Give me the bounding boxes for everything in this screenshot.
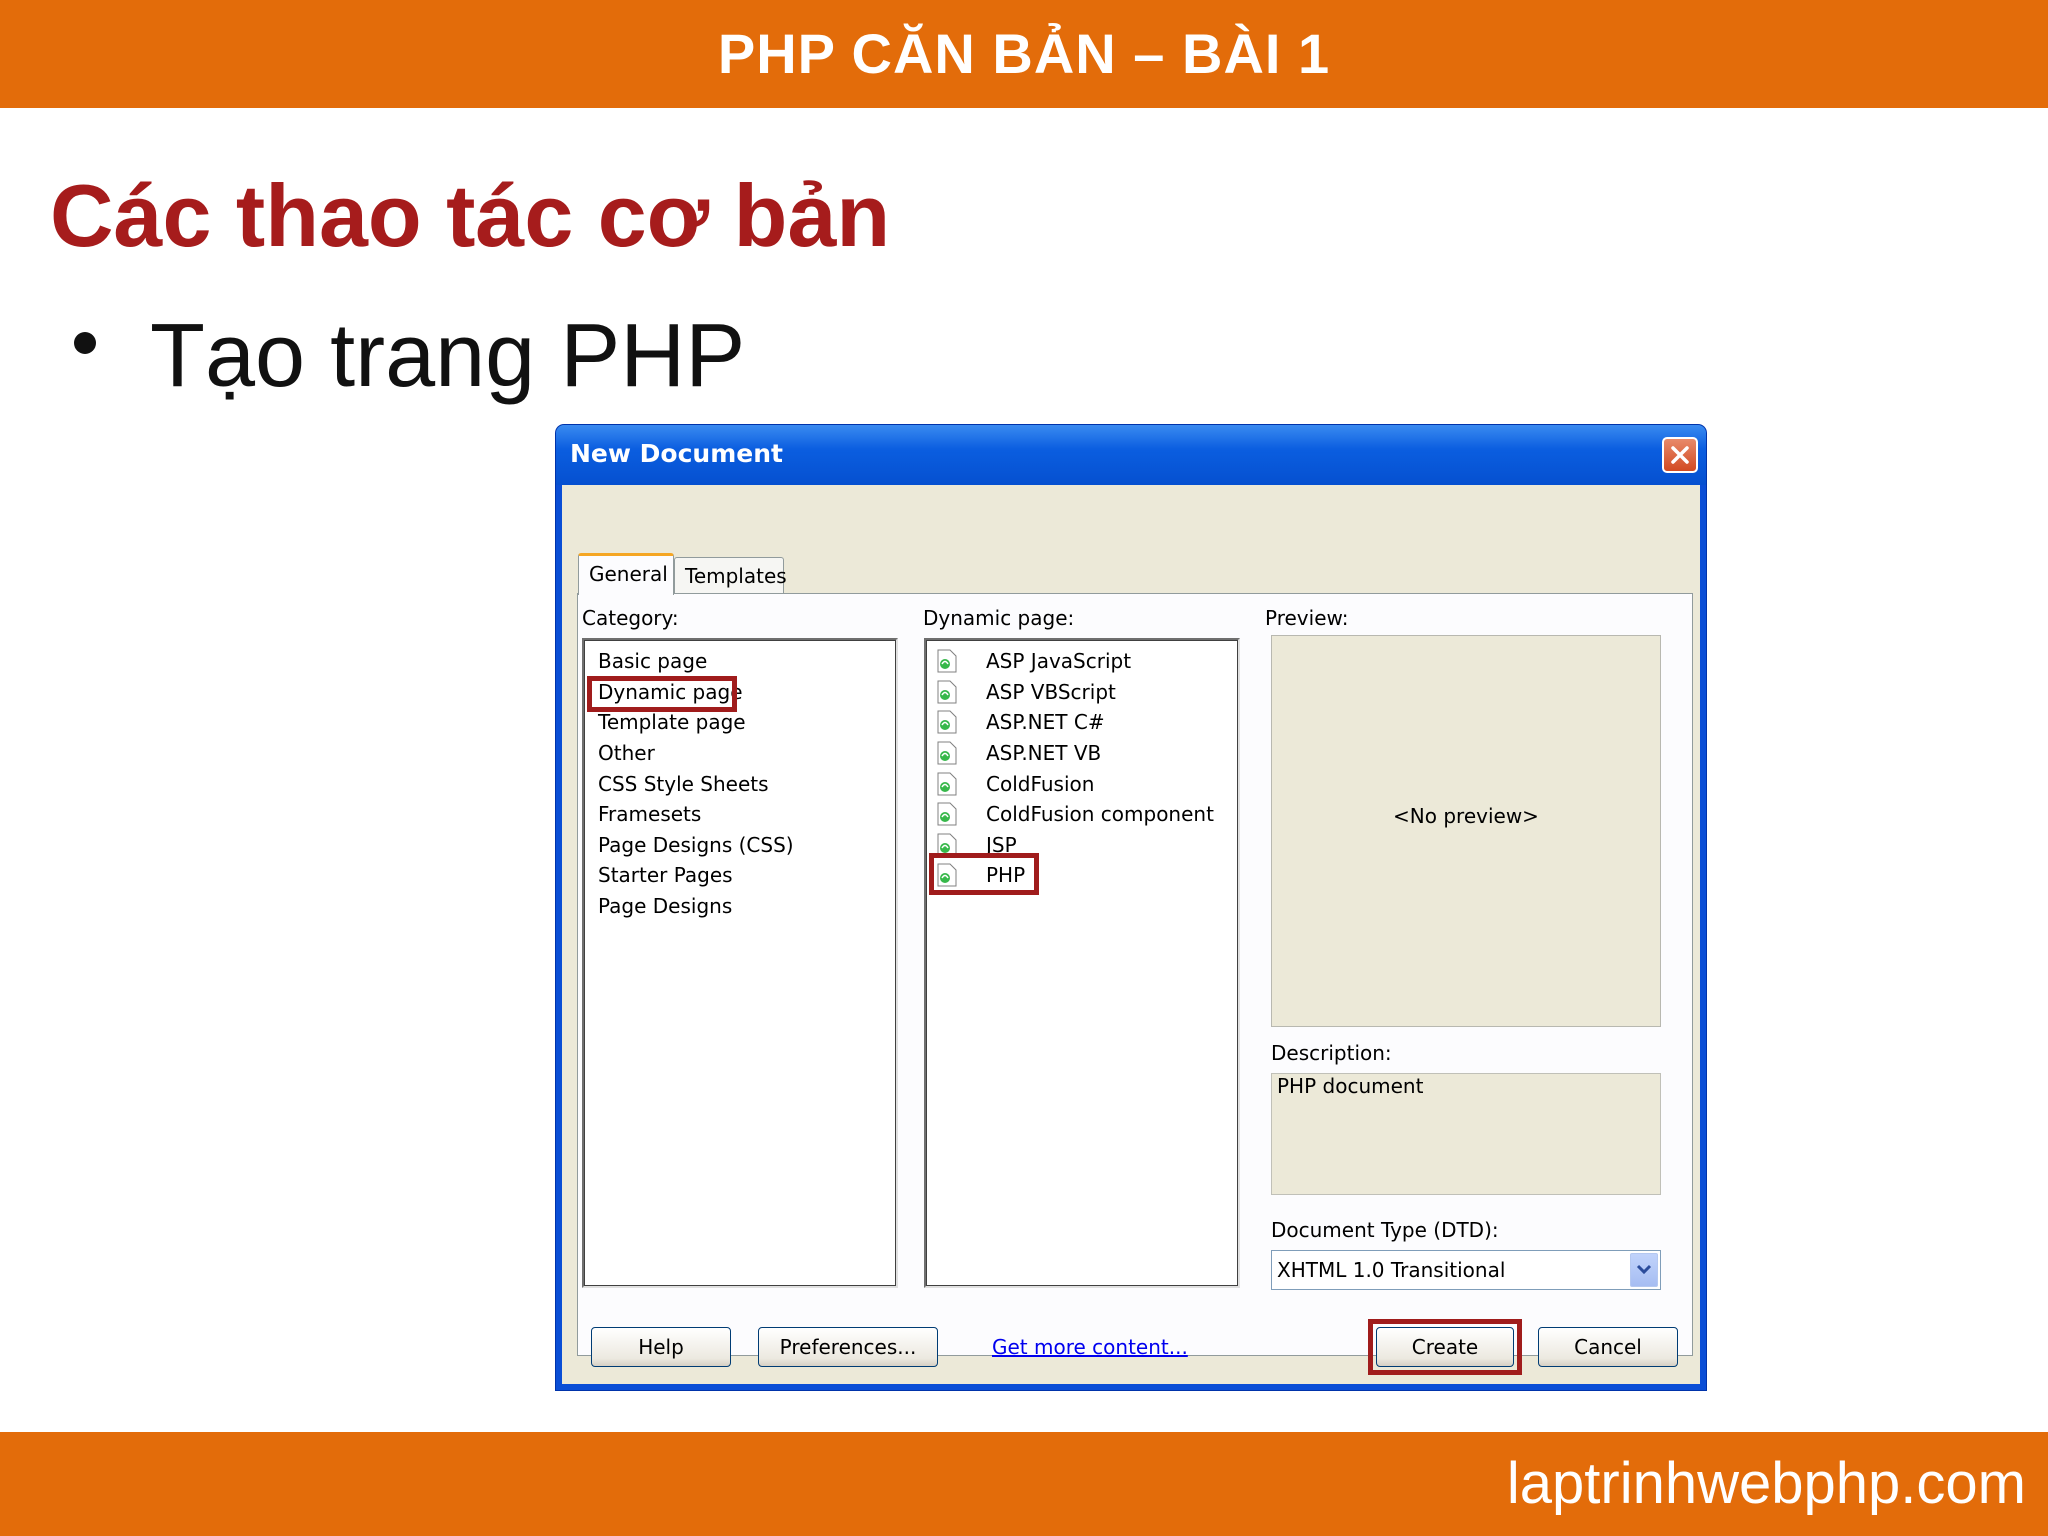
slide-header-title: PHP CĂN BẢN – BÀI 1 <box>717 22 1331 85</box>
document-icon <box>937 680 957 704</box>
help-button[interactable]: Help <box>591 1327 731 1367</box>
dynamic-page-label: Dynamic page: <box>923 606 1075 630</box>
preferences-button[interactable]: Preferences... <box>758 1327 938 1367</box>
create-button[interactable]: Create <box>1376 1327 1514 1367</box>
list-item[interactable]: Page Designs (CSS) <box>598 830 794 860</box>
dialog-titlebar[interactable]: New Document <box>556 425 1706 485</box>
cancel-button[interactable]: Cancel <box>1538 1327 1678 1367</box>
close-button[interactable] <box>1662 437 1698 473</box>
category-label: Category: <box>582 606 679 630</box>
list-item-label: ASP VBScript <box>986 680 1116 704</box>
get-more-content-link[interactable]: Get more content... <box>992 1335 1188 1359</box>
description-label: Description: <box>1271 1041 1392 1065</box>
list-item-label: ASP.NET C# <box>986 710 1105 734</box>
new-document-dialog: New Document General Templates Category:… <box>556 425 1706 1390</box>
dynamic-page-highlight <box>587 676 737 712</box>
help-button-label: Help <box>638 1335 684 1359</box>
tab-templates-label: Templates <box>685 564 787 588</box>
php-highlight <box>929 853 1039 895</box>
cancel-button-label: Cancel <box>1574 1335 1642 1359</box>
doctype-value: XHTML 1.0 Transitional <box>1277 1258 1506 1282</box>
close-icon <box>1671 446 1689 464</box>
document-icon <box>937 741 957 765</box>
description-text: PHP document <box>1277 1074 1424 1098</box>
list-item-label: ColdFusion component <box>986 802 1214 826</box>
description-box: PHP document <box>1271 1073 1661 1195</box>
document-icon <box>937 710 957 734</box>
preview-label: Preview: <box>1265 606 1349 630</box>
preview-placeholder: <No preview> <box>1393 804 1539 828</box>
dialog-client-area: General Templates Category: Basic page D… <box>562 485 1700 1384</box>
list-item-label: ASP JavaScript <box>986 649 1132 673</box>
dialog-title: New Document <box>570 439 783 468</box>
dropdown-arrow[interactable] <box>1630 1253 1658 1287</box>
list-item[interactable]: Other <box>598 738 655 768</box>
document-icon <box>937 772 957 796</box>
doctype-select[interactable]: XHTML 1.0 Transitional <box>1271 1250 1661 1290</box>
tab-general-label: General <box>589 562 668 586</box>
list-item[interactable]: CSS Style Sheets <box>598 769 769 799</box>
chevron-down-icon <box>1636 1264 1652 1275</box>
bullet-dot <box>74 332 96 354</box>
category-listbox[interactable]: Basic page Dynamic page Template page Ot… <box>582 638 898 1288</box>
footer-url: laptrinhwebphp.com <box>1506 1451 2026 1516</box>
document-icon <box>937 649 957 673</box>
document-icon <box>937 802 957 826</box>
create-button-label: Create <box>1411 1335 1479 1359</box>
list-item[interactable]: Starter Pages <box>598 860 733 890</box>
list-item-label: ASP.NET VB <box>986 741 1102 765</box>
tab-templates[interactable]: Templates <box>674 557 787 595</box>
list-item-label: ColdFusion <box>986 772 1095 796</box>
slide-heading: Các thao tác cơ bản <box>50 166 891 265</box>
preview-pane: <No preview> <box>1271 635 1661 1027</box>
header-bar: PHP CĂN BẢN – BÀI 1 <box>0 0 2048 108</box>
list-item[interactable]: Framesets <box>598 799 701 829</box>
bullet-text: Tạo trang PHP <box>150 306 746 406</box>
list-item[interactable]: Page Designs <box>598 891 732 921</box>
doctype-label: Document Type (DTD): <box>1271 1218 1499 1242</box>
preferences-button-label: Preferences... <box>779 1335 917 1359</box>
list-item[interactable]: Basic page <box>598 646 707 676</box>
dynamic-page-listbox[interactable]: ASP JavaScript ASP VBScript ASP.NET C# A… <box>924 638 1240 1288</box>
tab-general[interactable]: General <box>578 553 674 595</box>
